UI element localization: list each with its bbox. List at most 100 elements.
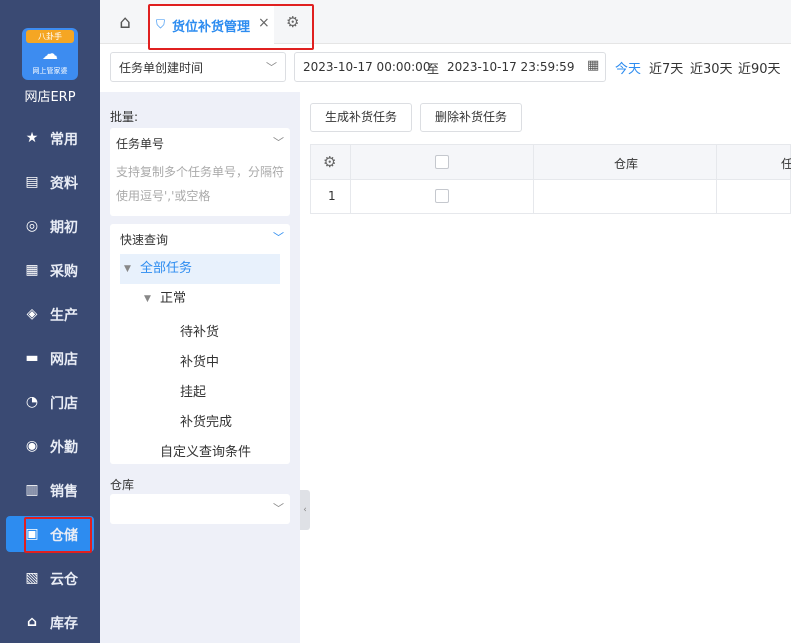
home-icon[interactable]: ⌂ bbox=[114, 12, 136, 34]
quick-90days[interactable]: 近90天 bbox=[738, 58, 781, 77]
sidebar-item-label: 门店 bbox=[50, 396, 78, 412]
sidebar-item-label: 常用 bbox=[50, 132, 78, 148]
inventory-icon: ⌂ bbox=[26, 614, 38, 630]
column-header-label: 仓库 bbox=[614, 157, 639, 171]
chevron-down-icon[interactable]: ﹀ bbox=[273, 229, 284, 245]
warehouse-icon: ▣ bbox=[25, 526, 39, 542]
gear-icon[interactable]: ⚙ bbox=[323, 153, 336, 171]
chevron-down-icon: ﹀ bbox=[266, 61, 277, 74]
end-date: 2023-10-17 23:59:59 bbox=[447, 60, 575, 74]
sidebar-item-production[interactable]: ◈ 生产 bbox=[0, 296, 100, 332]
tree-item-suspended[interactable]: 挂起 bbox=[180, 381, 206, 400]
tree-item-normal[interactable]: ▼ 正常 bbox=[120, 284, 280, 314]
column-settings-cell: ⚙ bbox=[311, 145, 351, 179]
tree-item-custom-query[interactable]: 自定义查询条件 bbox=[160, 441, 251, 460]
column-header-task[interactable]: 任 bbox=[717, 145, 791, 179]
tree-item-label: 全部任务 bbox=[140, 261, 193, 276]
table-row[interactable]: 1 bbox=[310, 180, 791, 214]
cart-icon: ⛉ bbox=[156, 17, 166, 31]
select-all-cell bbox=[351, 145, 534, 179]
column-header-warehouse[interactable]: 仓库 bbox=[534, 145, 717, 179]
sidebar-item-label: 网店 bbox=[50, 352, 78, 368]
sidebar-item-favorites[interactable]: ★ 常用 bbox=[0, 120, 100, 156]
sidebar-item-sales[interactable]: ▥ 销售 bbox=[0, 472, 100, 508]
app-logo[interactable]: 八卦手 ☁ 网上管家婆 bbox=[22, 28, 78, 80]
quick-query-card: 快速查询 ﹀ ▼ 全部任务 ▼ 正常 待补货 补货中 挂起 补货完成 自定义查询… bbox=[110, 224, 290, 464]
date-field-value: 任务单创建时间 bbox=[119, 61, 204, 75]
row-index-cell: 1 bbox=[311, 180, 351, 213]
delete-task-button[interactable]: 删除补货任务 bbox=[420, 103, 522, 132]
batch-input[interactable]: 支持复制多个任务单号，分隔符使用逗号','或空格 bbox=[116, 160, 292, 208]
tab-replenishment[interactable]: ⛉ 货位补货管理 × bbox=[150, 6, 274, 44]
bar-chart-icon: ▥ bbox=[25, 482, 39, 498]
tree-item-label: 正常 bbox=[160, 291, 187, 306]
task-cell bbox=[717, 180, 791, 213]
target-icon: ◎ bbox=[25, 218, 39, 234]
star-icon: ★ bbox=[25, 130, 39, 146]
pie-icon: ◔ bbox=[25, 394, 39, 410]
quick-today[interactable]: 今天 bbox=[615, 58, 641, 77]
warehouse-label: 仓库 bbox=[110, 478, 135, 492]
row-select-cell bbox=[351, 180, 534, 213]
column-header-label: 任 bbox=[781, 157, 791, 171]
date-field-select[interactable]: 任务单创建时间 ﹀ bbox=[110, 52, 286, 82]
sidebar-item-label: 采购 bbox=[50, 264, 78, 280]
cloud-logo-icon: ☁ bbox=[42, 44, 58, 63]
sidebar-item-data[interactable]: ▤ 资料 bbox=[0, 164, 100, 200]
sidebar-item-label: 生产 bbox=[50, 308, 78, 324]
batch-field-select[interactable]: 任务单号 bbox=[116, 135, 164, 152]
sidebar-item-label: 库存 bbox=[50, 616, 78, 632]
generate-task-button[interactable]: 生成补货任务 bbox=[310, 103, 412, 132]
batch-label: 批量: bbox=[110, 110, 139, 124]
caret-down-icon: ▼ bbox=[124, 264, 131, 274]
tree-item-pending[interactable]: 待补货 bbox=[180, 321, 219, 340]
row-index: 1 bbox=[328, 189, 336, 203]
sidebar-item-online-store[interactable]: ▬ 网店 bbox=[0, 340, 100, 376]
sidebar-item-field[interactable]: ◉ 外勤 bbox=[0, 428, 100, 464]
tab-bar: ⌂ ⛉ 货位补货管理 × ⚙ bbox=[100, 0, 791, 44]
quick-query-title: 快速查询 bbox=[120, 233, 169, 247]
row-checkbox[interactable] bbox=[435, 189, 449, 203]
sidebar-item-cloud-warehouse[interactable]: ▧ 云仓 bbox=[0, 560, 100, 596]
sidebar-item-purchase[interactable]: ▦ 采购 bbox=[0, 252, 100, 288]
sidebar-item-label: 仓储 bbox=[50, 528, 78, 544]
tree-item-all[interactable]: ▼ 全部任务 bbox=[120, 254, 280, 284]
sidebar-item-retail-store[interactable]: ◔ 门店 bbox=[0, 384, 100, 420]
logo-ribbon: 八卦手 bbox=[26, 30, 74, 43]
chevron-down-icon[interactable]: ﹀ bbox=[273, 134, 284, 150]
sidebar-item-inventory[interactable]: ⌂ 库存 bbox=[0, 604, 100, 640]
quick-30days[interactable]: 近30天 bbox=[690, 58, 733, 77]
app-name: 网店ERP bbox=[24, 90, 76, 105]
document-icon: ▤ bbox=[25, 174, 39, 190]
filter-panel: 批量: 任务单号 ﹀ 支持复制多个任务单号，分隔符使用逗号','或空格 快速查询… bbox=[100, 92, 300, 643]
date-range-separator: 至 bbox=[427, 62, 440, 76]
batch-card: 任务单号 ﹀ 支持复制多个任务单号，分隔符使用逗号','或空格 bbox=[110, 128, 290, 216]
sidebar-item-warehouse[interactable]: ▣ 仓储 bbox=[6, 516, 94, 552]
tree-item-in-progress[interactable]: 补货中 bbox=[180, 351, 219, 370]
purchase-icon: ▦ bbox=[25, 262, 39, 278]
tab-label: 货位补货管理 bbox=[172, 20, 251, 35]
tree-item-completed[interactable]: 补货完成 bbox=[180, 411, 232, 430]
quick-7days[interactable]: 近7天 bbox=[649, 58, 683, 77]
start-date: 2023-10-17 00:00:00 bbox=[303, 60, 431, 74]
collapse-panel-handle[interactable]: ‹ bbox=[300, 490, 310, 530]
store-icon: ▬ bbox=[25, 350, 39, 366]
warehouse-cell bbox=[534, 180, 717, 213]
cloud-warehouse-icon: ▧ bbox=[25, 570, 39, 586]
sidebar-item-initial[interactable]: ◎ 期初 bbox=[0, 208, 100, 244]
production-icon: ◈ bbox=[26, 306, 38, 322]
sidebar-item-label: 销售 bbox=[50, 484, 78, 500]
gear-icon[interactable]: ⚙ bbox=[286, 13, 299, 31]
field-icon: ◉ bbox=[25, 438, 39, 454]
caret-down-icon: ▼ bbox=[144, 294, 151, 304]
close-icon[interactable]: × bbox=[258, 15, 270, 31]
sidebar-item-label: 期初 bbox=[50, 220, 78, 236]
sidebar-item-label: 资料 bbox=[50, 176, 78, 192]
chevron-down-icon: ﹀ bbox=[273, 502, 284, 515]
date-range-picker[interactable]: 2023-10-17 00:00:00 至 2023-10-17 23:59:5… bbox=[294, 52, 606, 82]
table-header: ⚙ 仓库 任 bbox=[310, 144, 791, 180]
logo-subtitle: 网上管家婆 bbox=[32, 67, 68, 75]
calendar-icon: ▦ bbox=[587, 58, 600, 73]
warehouse-select[interactable]: ﹀ bbox=[110, 494, 290, 524]
select-all-checkbox[interactable] bbox=[435, 155, 449, 169]
